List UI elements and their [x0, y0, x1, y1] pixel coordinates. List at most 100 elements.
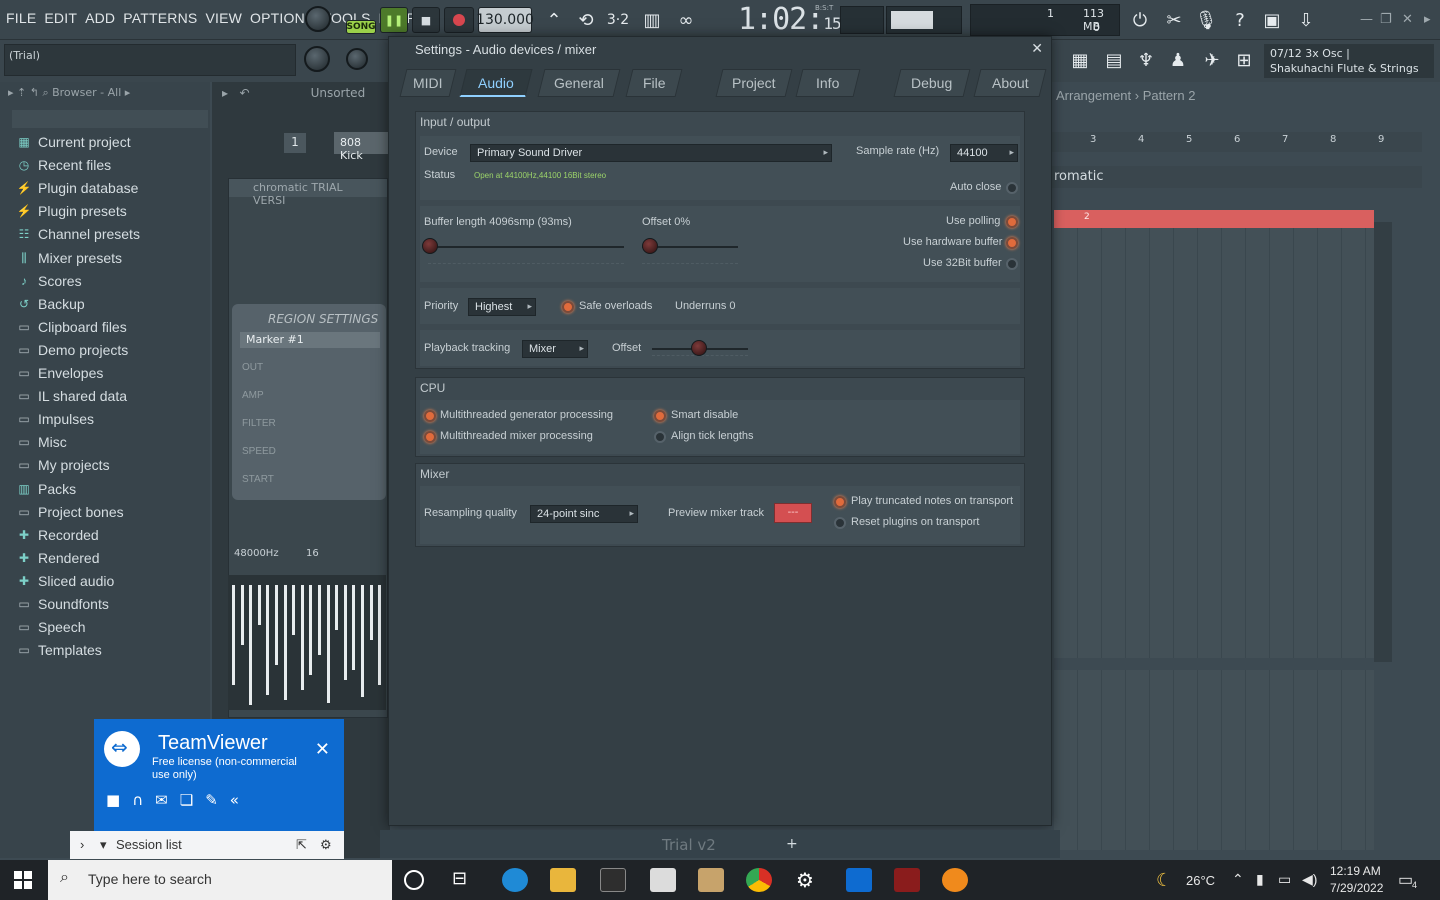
clock-date[interactable]: 7/29/2022: [1330, 881, 1383, 895]
playlist-icon[interactable]: ▦: [1066, 46, 1094, 74]
popout-icon[interactable]: ⇱: [296, 837, 307, 853]
more-icon[interactable]: ▸: [1424, 12, 1431, 27]
playback-offset-knob[interactable]: [691, 340, 707, 356]
use-hw-buffer-toggle[interactable]: [1006, 237, 1018, 249]
menu-edit[interactable]: EDIT: [44, 10, 77, 26]
save-icon[interactable]: ▣: [1258, 6, 1286, 34]
tab-general[interactable]: General: [537, 69, 621, 97]
browser-item[interactable]: ✚ Recorded: [16, 527, 99, 543]
use-32bit-toggle[interactable]: [1006, 258, 1018, 270]
device-select[interactable]: Primary Sound Driver: [470, 144, 832, 162]
wait-icon[interactable]: ⟲: [572, 6, 600, 34]
channel-rack-icon[interactable]: ♟: [1164, 46, 1192, 74]
info-knob[interactable]: [346, 48, 368, 70]
browser-item[interactable]: ⫼ Mixer presets: [16, 250, 122, 266]
store-icon[interactable]: [600, 868, 626, 892]
help-icon[interactable]: ?: [1226, 6, 1254, 34]
tools-icon[interactable]: ✎: [205, 791, 218, 809]
menu-patterns[interactable]: PATTERNS: [123, 10, 197, 26]
mail-icon[interactable]: [650, 868, 676, 892]
piano-roll-grid[interactable]: [1054, 228, 1374, 658]
tab-project[interactable]: Project: [715, 69, 793, 97]
mic-tray-icon[interactable]: ▮: [1256, 871, 1264, 888]
chat-icon[interactable]: ✉: [155, 791, 168, 809]
browser-item[interactable]: ▭ Speech: [16, 619, 85, 635]
play-truncated-toggle[interactable]: [834, 496, 846, 508]
multi-gen-toggle[interactable]: [424, 410, 436, 422]
browser-item[interactable]: ⚡ Plugin database: [16, 180, 139, 196]
task-view-icon[interactable]: ⊟: [452, 868, 478, 892]
safe-overloads-toggle[interactable]: [562, 301, 574, 313]
browser-item[interactable]: ☷ Channel presets: [16, 226, 140, 242]
tempo-display[interactable]: 130.000: [476, 7, 534, 33]
pause-button[interactable]: ❚❚: [380, 7, 408, 33]
preview-track-button[interactable]: ---: [774, 503, 812, 523]
tray-chevron-icon[interactable]: ⌃: [1232, 871, 1244, 888]
resampling-select[interactable]: 24-point sinc: [530, 505, 638, 523]
network-icon[interactable]: ▭: [1278, 871, 1291, 888]
tab-info[interactable]: Info: [795, 69, 861, 97]
vertical-scrollbar[interactable]: [1374, 222, 1392, 662]
pattern-bar[interactable]: 2: [1054, 210, 1374, 228]
menu-view[interactable]: VIEW: [205, 10, 242, 26]
tab-audio[interactable]: Audio: [459, 69, 533, 97]
browser-item[interactable]: ▭ Soundfonts: [16, 596, 109, 612]
tab-file[interactable]: File: [625, 69, 683, 97]
browser-item[interactable]: ◷ Recent files: [16, 157, 111, 173]
playback-tracking-select[interactable]: Mixer: [522, 340, 588, 358]
song-mode-button[interactable]: SONG: [346, 20, 376, 34]
browser-item[interactable]: ▭ Templates: [16, 642, 101, 658]
fl-studio-icon[interactable]: [942, 868, 968, 892]
power-icon[interactable]: ⏻: [1126, 6, 1154, 34]
plugin-picker-icon[interactable]: ⊞: [1230, 46, 1258, 74]
multi-mix-toggle[interactable]: [424, 431, 436, 443]
sample-rate-select[interactable]: 44100: [950, 144, 1018, 162]
browser-item[interactable]: ▭ Impulses: [16, 411, 94, 427]
minimize-icon[interactable]: —: [1360, 12, 1373, 27]
tab-about[interactable]: About: [973, 69, 1047, 97]
video-icon[interactable]: ■: [106, 791, 120, 809]
browser-item[interactable]: ▭ Project bones: [16, 504, 123, 520]
piano-roll-icon[interactable]: ▤: [1100, 46, 1128, 74]
countdown-icon[interactable]: 3·2: [604, 6, 632, 34]
priority-select[interactable]: Highest: [468, 298, 536, 316]
add-button[interactable]: +: [786, 836, 798, 852]
tab-midi[interactable]: MIDI: [399, 69, 457, 97]
loop-record-icon[interactable]: ∞: [672, 6, 700, 34]
browser-item[interactable]: ✚ Sliced audio: [16, 573, 114, 589]
settings-gear-icon[interactable]: ⚙: [320, 837, 332, 853]
browser-item[interactable]: ▭ Clipboard files: [16, 319, 126, 335]
browser-item[interactable]: ▭ Misc: [16, 434, 66, 450]
browser-item[interactable]: ▦ Current project: [16, 134, 130, 150]
file-explorer-icon[interactable]: [550, 868, 576, 892]
session-list-bar[interactable]: › ▾ Session list ⇱ ⚙: [70, 831, 344, 859]
menu-add[interactable]: ADD: [85, 10, 115, 26]
restore-icon[interactable]: ❐: [1380, 12, 1392, 27]
browser-item[interactable]: ▭ IL shared data: [16, 388, 127, 404]
cortana-icon[interactable]: [404, 870, 424, 890]
main-volume-knob[interactable]: [305, 6, 331, 32]
buffer-slider-knob[interactable]: [422, 238, 438, 254]
collapse-icon[interactable]: «: [230, 791, 239, 809]
asio-icon[interactable]: [894, 868, 920, 892]
browser-item[interactable]: ▭ Demo projects: [16, 342, 128, 358]
channel-number[interactable]: 1: [284, 133, 306, 153]
edge-icon[interactable]: [502, 868, 528, 892]
dialog-close-icon[interactable]: ✕: [1031, 41, 1043, 57]
align-tick-toggle[interactable]: [654, 431, 666, 443]
weather-temp[interactable]: 26°C: [1186, 873, 1215, 888]
settings-icon[interactable]: ⚙: [796, 868, 822, 892]
browser-item[interactable]: ▭ My projects: [16, 457, 109, 473]
record-button[interactable]: [444, 7, 474, 33]
tab-debug[interactable]: Debug: [893, 69, 971, 97]
master-pitch-knob[interactable]: [304, 46, 330, 72]
smart-disable-toggle[interactable]: [654, 410, 666, 422]
reset-plugins-toggle[interactable]: [834, 517, 846, 529]
windows-start-icon[interactable]: [14, 871, 32, 889]
browser-icon[interactable]: ✈: [1198, 46, 1226, 74]
mixer-icon[interactable]: ♆: [1132, 46, 1160, 74]
volume-icon[interactable]: ◀): [1302, 871, 1317, 888]
notification-icon[interactable]: ▭: [1398, 870, 1413, 890]
offset-slider-knob[interactable]: [642, 238, 658, 254]
clock-time[interactable]: 12:19 AM: [1330, 864, 1381, 878]
